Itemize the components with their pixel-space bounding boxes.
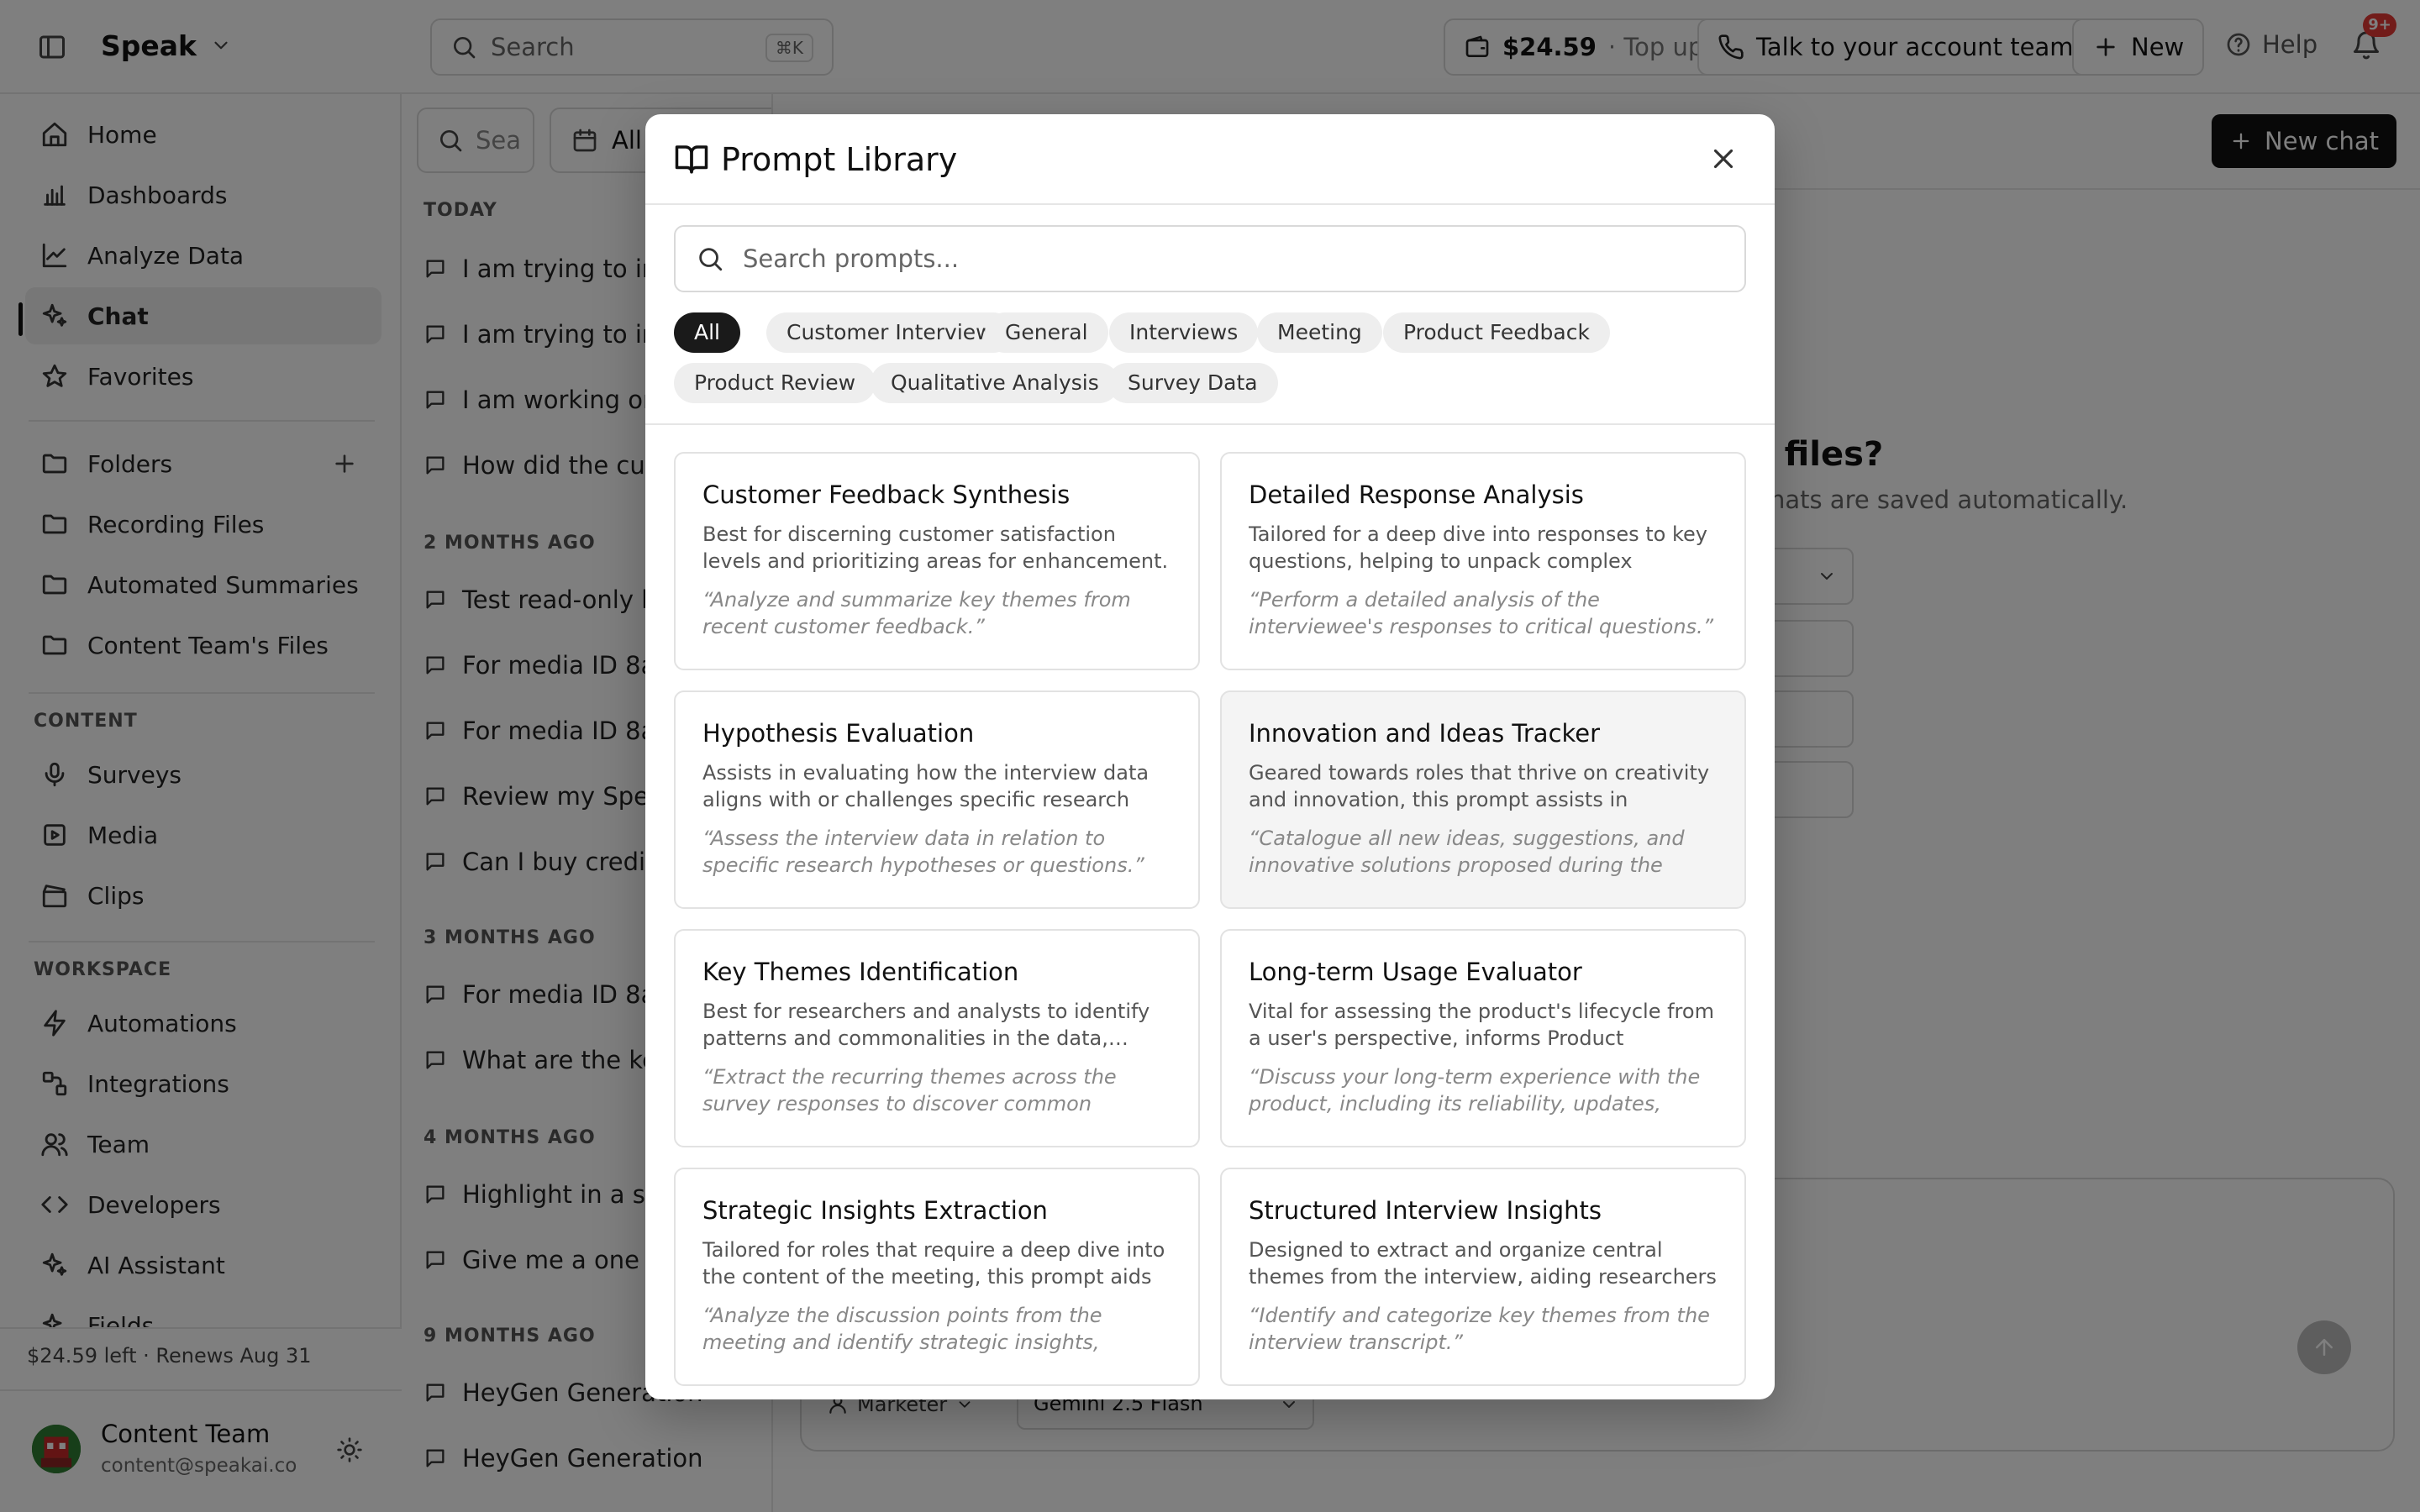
prompt-card-title: Customer Feedback Synthesis xyxy=(702,480,1071,509)
filter-chip-all[interactable]: All xyxy=(674,312,740,353)
prompt-card-description: Assists in evaluating how the interview … xyxy=(702,761,1150,811)
close-icon[interactable] xyxy=(1707,143,1739,175)
prompt-card-description: Designed to extract and organize central… xyxy=(1249,1238,1717,1289)
filter-chip-survey-data[interactable]: Survey Data xyxy=(1107,363,1278,403)
prompt-card[interactable]: Customer Feedback Synthesis Best for dis… xyxy=(674,452,1200,670)
prompt-card-example: “Perform a detailed analysis of the inte… xyxy=(1249,588,1714,638)
search-icon xyxy=(696,244,724,273)
filter-chip-customer-interview[interactable]: Customer Interview xyxy=(766,312,1013,353)
prompt-card-title: Detailed Response Analysis xyxy=(1249,480,1584,509)
prompt-search-input[interactable]: Search prompts... xyxy=(674,225,1746,292)
prompt-card-description: Tailored for a deep dive into responses … xyxy=(1249,522,1707,573)
prompt-library-modal: Prompt Library Search prompts... All Cus… xyxy=(645,114,1775,1399)
prompt-card-example: “Analyze and summarize key themes from r… xyxy=(702,588,1131,638)
prompt-card-example: “Discuss your long-term experience with … xyxy=(1249,1065,1701,1116)
prompt-card-example: “Assess the interview data in relation t… xyxy=(702,827,1144,877)
prompt-card-example: “Extract the recurring themes across the… xyxy=(702,1065,1117,1116)
prompt-card-description: Tailored for roles that require a deep d… xyxy=(702,1238,1165,1289)
divider xyxy=(645,423,1775,425)
filter-chip-product-feedback[interactable]: Product Feedback xyxy=(1383,312,1610,353)
prompt-card[interactable]: Strategic Insights Extraction Tailored f… xyxy=(674,1168,1200,1386)
filter-chip-interviews[interactable]: Interviews xyxy=(1109,312,1259,353)
filter-chip-meeting[interactable]: Meeting xyxy=(1257,312,1382,353)
prompt-card[interactable]: Structured Interview Insights Designed t… xyxy=(1220,1168,1746,1386)
prompt-card-title: Strategic Insights Extraction xyxy=(702,1196,1048,1225)
prompt-card-example: “Identify and categorize key themes from… xyxy=(1249,1304,1710,1354)
modal-title: Prompt Library xyxy=(721,141,958,178)
prompt-card-description: Best for discerning customer satisfactio… xyxy=(702,522,1169,573)
prompt-card-title: Structured Interview Insights xyxy=(1249,1196,1602,1225)
prompt-card-description: Best for researchers and analysts to ide… xyxy=(702,1000,1150,1050)
prompt-card-title: Key Themes Identification xyxy=(702,958,1019,986)
prompt-card[interactable]: Long-term Usage Evaluator Vital for asse… xyxy=(1220,929,1746,1147)
prompt-card-title: Long-term Usage Evaluator xyxy=(1249,958,1582,986)
book-open-icon xyxy=(674,141,709,176)
prompt-card-description: Vital for assessing the product's lifecy… xyxy=(1249,1000,1714,1050)
prompt-card[interactable]: Key Themes Identification Best for resea… xyxy=(674,929,1200,1147)
prompt-card-title: Hypothesis Evaluation xyxy=(702,719,975,748)
prompt-card-example: “Catalogue all new ideas, suggestions, a… xyxy=(1249,827,1685,877)
filter-chip-qualitative-analysis[interactable]: Qualitative Analysis xyxy=(871,363,1119,403)
divider xyxy=(645,203,1775,205)
prompt-search-placeholder: Search prompts... xyxy=(743,244,960,273)
prompt-card[interactable]: Detailed Response Analysis Tailored for … xyxy=(1220,452,1746,670)
prompt-card[interactable]: Hypothesis Evaluation Assists in evaluat… xyxy=(674,690,1200,909)
prompt-card[interactable]: Innovation and Ideas Tracker Geared towa… xyxy=(1220,690,1746,909)
prompt-card-example: “Analyze the discussion points from the … xyxy=(702,1304,1102,1354)
filter-chip-product-review[interactable]: Product Review xyxy=(674,363,876,403)
filter-chip-general[interactable]: General xyxy=(985,312,1108,353)
prompt-card-description: Geared towards roles that thrive on crea… xyxy=(1249,761,1710,811)
prompt-card-title: Innovation and Ideas Tracker xyxy=(1249,719,1601,748)
